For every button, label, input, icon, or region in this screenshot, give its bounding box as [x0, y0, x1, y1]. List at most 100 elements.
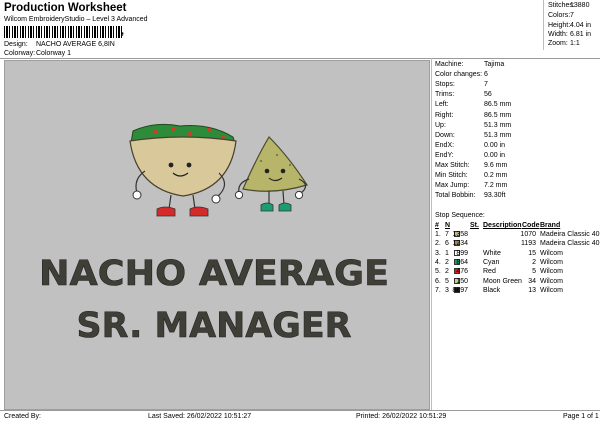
machine-row: EndY: 0.00 in: [435, 152, 595, 159]
cell-desc: Red: [483, 268, 496, 276]
machine-row: Stops: 7: [435, 81, 595, 88]
col-num: #: [435, 222, 439, 229]
machine-row: Right: 86.5 mm: [435, 112, 595, 119]
cell-code: 1193: [520, 240, 536, 248]
cell-st: 1234: [452, 240, 468, 248]
machine-row: Left: 86.5 mm: [435, 101, 595, 108]
machine-value: 51.3 mm: [484, 131, 512, 139]
cell-num: 5.: [435, 268, 441, 276]
cell-n: 3: [445, 286, 449, 294]
cell-brand: Madeira Classic 40: [540, 231, 600, 238]
cell-code: 1070: [520, 231, 536, 238]
machine-row: Color changes: 6: [435, 71, 595, 78]
panel-divider: [431, 58, 432, 410]
machine-row: Total Bobbin: 93.30ft: [435, 192, 595, 199]
stat-stitches: Stitches: 13880: [548, 2, 598, 9]
embroidery-artwork: NACHO AVERAGE SR. MANAGER: [39, 123, 389, 346]
col-n: N: [445, 222, 451, 229]
machine-label: Right:: [435, 111, 454, 119]
machine-value: 0.2 mm: [484, 172, 508, 180]
machine-row: Max Stitch: 9.6 mm: [435, 162, 595, 169]
stop-sequence-row: 7. 3 8897 Black 13 Wilcom: [435, 286, 600, 295]
cell-code: 34: [528, 277, 536, 285]
created-by: Created By:: [4, 413, 41, 420]
stat-value: 6.81 in: [570, 31, 592, 38]
machine-value: 93.30ft: [484, 192, 506, 200]
machine-value: 56: [484, 91, 492, 99]
stop-sequence-row: 6. 5 150 Moon Green 34 Wilcom: [435, 277, 600, 286]
stat-zoom: Zoom: 1:1: [548, 40, 598, 47]
machine-label: Down:: [435, 131, 455, 139]
machine-row: Up: 51.3 mm: [435, 122, 595, 129]
col-code: Code: [522, 222, 540, 229]
design-label: Design:: [4, 41, 28, 48]
cell-n: 7: [445, 231, 449, 238]
machine-row: Machine: Tajima: [435, 61, 595, 68]
design-text-line1: NACHO AVERAGE: [39, 254, 389, 294]
stop-sequence-row: 5. 2 476 Red 5 Wilcom: [435, 268, 600, 276]
machine-label: Max Jump:: [435, 182, 470, 190]
stop-sequence-row: 4. 2 864 Cyan 2 Wilcom: [435, 258, 600, 267]
stat-height: Height: 4.04 in: [548, 22, 598, 29]
stat-label: Height:: [548, 22, 571, 29]
cell-desc: Moon Green: [483, 277, 522, 285]
col-description: Description: [483, 222, 522, 229]
cell-n: 2: [445, 258, 449, 266]
design-stats: Stitches: 13880 Colors: 7 Height: 4.04 in W…: [543, 0, 600, 50]
guacamole-bowl-illustration: [129, 123, 237, 217]
cell-brand: Wilcom: [540, 286, 563, 294]
cell-n: 2: [445, 268, 449, 276]
machine-label: Stops:: [435, 81, 455, 89]
design-row: Design: NACHO AVERAGE 6,8IN: [4, 41, 115, 48]
colorway-label: Colorway:: [4, 50, 36, 57]
cell-n: 6: [445, 240, 449, 248]
machine-value: 0.00 in: [484, 141, 506, 149]
footer-divider: [0, 410, 600, 411]
page-title: Production Worksheet: [4, 2, 127, 14]
cell-st: 1358: [452, 231, 468, 238]
machine-label: Total Bobbin:: [435, 192, 476, 200]
cell-brand: Madeira Classic 40: [540, 240, 600, 248]
cell-n: 5: [445, 277, 449, 285]
machine-label: Min Stitch:: [435, 172, 468, 180]
cell-st: 899: [456, 249, 468, 257]
cell-num: 6.: [435, 277, 441, 285]
machine-label: EndY:: [435, 151, 454, 159]
cell-n: 1: [445, 249, 449, 257]
machine-value: 0.00 in: [484, 151, 506, 159]
machine-label: EndX:: [435, 141, 455, 149]
machine-row: Max Jump: 7.2 mm: [435, 182, 595, 189]
stop-sequence-title: Stop Sequence:: [435, 212, 485, 219]
colorway-value: Colorway 1: [36, 50, 72, 57]
stop-sequence-row: 2. 6 1234 1193 Madeira Classic 40: [435, 240, 600, 248]
machine-value: 9.6 mm: [484, 162, 508, 169]
machine-row: EndX: 0.00 in: [435, 142, 595, 149]
stat-colors: Colors: 7: [548, 12, 598, 19]
col-brand: Brand: [540, 222, 561, 229]
stop-sequence-row: 3. 1 899 White 15 Wilcom: [435, 249, 600, 258]
cell-brand: Wilcom: [540, 277, 563, 285]
software-name: Wilcom EmbroideryStudio – Level 3 Advanc…: [4, 16, 148, 23]
stat-width: Width: 6.81 in: [548, 31, 598, 38]
cell-brand: Wilcom: [540, 258, 563, 266]
machine-label: Max Stitch:: [435, 162, 470, 169]
machine-value: 7: [484, 81, 488, 89]
machine-value: 51.3 mm: [484, 121, 512, 129]
cell-num: 1.: [435, 231, 441, 238]
last-saved: Last Saved: 26/02/2022 10:51:27: [148, 413, 252, 420]
stat-label: Colors:: [548, 12, 571, 19]
stat-value: 4.04 in: [570, 22, 592, 29]
cell-st: 8897: [452, 286, 468, 294]
cell-brand: Wilcom: [540, 268, 563, 276]
cell-brand: Wilcom: [540, 249, 563, 257]
cell-code: 2: [532, 258, 536, 266]
stat-value: 13880: [570, 2, 590, 9]
design-value: NACHO AVERAGE 6,8IN: [36, 41, 115, 48]
stop-sequence-row: 1. 7 1358 1070 Madeira Classic 40: [435, 231, 600, 239]
barcode-suffix: ,: [121, 25, 125, 37]
cell-desc: Cyan: [483, 258, 500, 266]
stat-value: 7: [570, 12, 574, 19]
colorway-row: Colorway:Colorway 1: [4, 50, 71, 57]
design-text-line2: SR. MANAGER: [77, 306, 352, 346]
cell-st: 150: [456, 277, 468, 285]
